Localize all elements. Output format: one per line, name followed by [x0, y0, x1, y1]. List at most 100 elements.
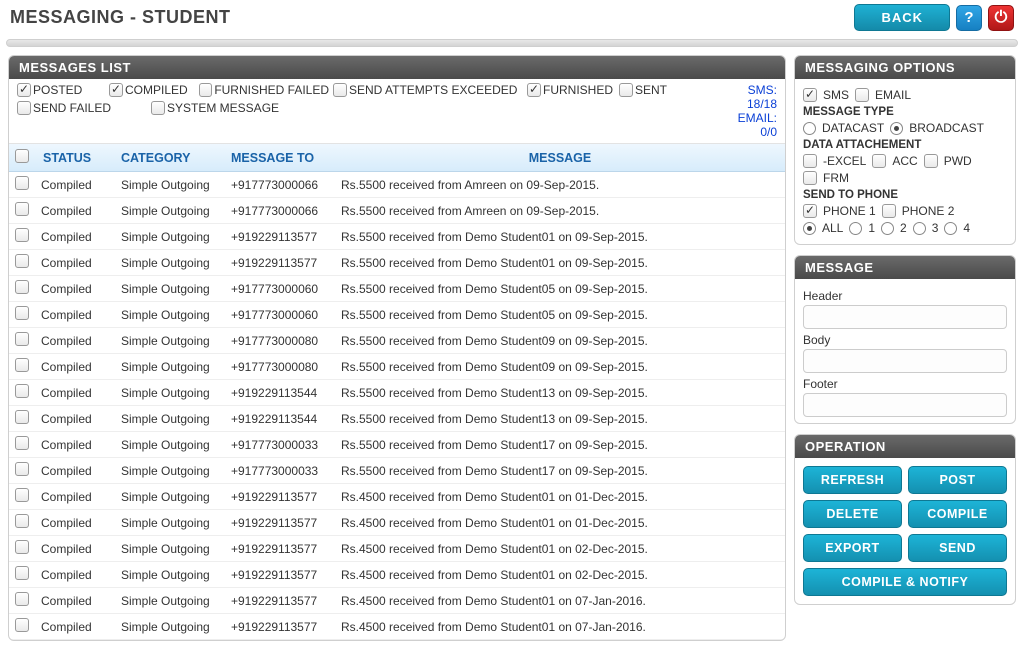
select-all-checkbox[interactable] — [15, 149, 29, 163]
chk-pwd[interactable] — [924, 154, 938, 168]
filter-posted-checkbox[interactable] — [17, 83, 31, 97]
table-row[interactable]: CompiledSimple Outgoing+919229113544Rs.5… — [9, 406, 785, 432]
table-row[interactable]: CompiledSimple Outgoing+919229113577Rs.4… — [9, 588, 785, 614]
col-message[interactable]: MESSAGE — [335, 144, 785, 172]
table-row[interactable]: CompiledSimple Outgoing+919229113577Rs.4… — [9, 562, 785, 588]
operation-panel-header: OPERATION — [795, 435, 1015, 458]
filter-sae-checkbox[interactable] — [333, 83, 347, 97]
row-to: +919229113544 — [225, 380, 335, 406]
back-button[interactable]: BACK — [854, 4, 950, 31]
table-row[interactable]: CompiledSimple Outgoing+917773000080Rs.5… — [9, 328, 785, 354]
row-status: Compiled — [35, 276, 115, 302]
filter-ffailed-checkbox[interactable] — [199, 83, 212, 97]
post-button[interactable]: POST — [908, 466, 1007, 494]
table-row[interactable]: CompiledSimple Outgoing+917773000060Rs.5… — [9, 302, 785, 328]
filter-sent-checkbox[interactable] — [619, 83, 633, 97]
row-status: Compiled — [35, 614, 115, 640]
row-checkbox[interactable] — [15, 410, 29, 424]
compile-button[interactable]: COMPILE — [908, 500, 1007, 528]
refresh-button[interactable]: REFRESH — [803, 466, 902, 494]
row-status: Compiled — [35, 588, 115, 614]
filter-sfailed-checkbox[interactable] — [17, 101, 31, 115]
row-checkbox[interactable] — [15, 228, 29, 242]
table-row[interactable]: CompiledSimple Outgoing+917773000060Rs.5… — [9, 276, 785, 302]
row-checkbox[interactable] — [15, 332, 29, 346]
radio-scope-1[interactable] — [849, 222, 862, 235]
chk-frm-label: FRM — [823, 171, 849, 185]
chk-excel-label: -EXCEL — [823, 154, 866, 168]
row-to: +919229113577 — [225, 484, 335, 510]
row-checkbox[interactable] — [15, 358, 29, 372]
radio-scope-2[interactable] — [881, 222, 894, 235]
filter-compiled-label: COMPILED — [125, 83, 188, 97]
col-status[interactable]: STATUS — [35, 144, 115, 172]
table-row[interactable]: CompiledSimple Outgoing+919229113577Rs.4… — [9, 484, 785, 510]
row-checkbox[interactable] — [15, 462, 29, 476]
row-to: +917773000060 — [225, 302, 335, 328]
row-checkbox[interactable] — [15, 436, 29, 450]
col-category[interactable]: CATEGORY — [115, 144, 225, 172]
row-status: Compiled — [35, 224, 115, 250]
row-checkbox[interactable] — [15, 566, 29, 580]
table-row[interactable]: CompiledSimple Outgoing+917773000066Rs.5… — [9, 172, 785, 198]
row-checkbox[interactable] — [15, 514, 29, 528]
radio-broadcast-label: BROADCAST — [909, 121, 984, 135]
row-category: Simple Outgoing — [115, 432, 225, 458]
filter-sysmsg-checkbox[interactable] — [151, 101, 165, 115]
row-category: Simple Outgoing — [115, 328, 225, 354]
row-checkbox[interactable] — [15, 306, 29, 320]
row-checkbox[interactable] — [15, 540, 29, 554]
export-button[interactable]: EXPORT — [803, 534, 902, 562]
row-message: Rs.5500 received from Demo Student01 on … — [335, 250, 785, 276]
chk-phone2[interactable] — [882, 204, 896, 218]
message-panel: MESSAGE Header Body Footer — [794, 255, 1016, 424]
table-row[interactable]: CompiledSimple Outgoing+917773000080Rs.5… — [9, 354, 785, 380]
delete-button[interactable]: DELETE — [803, 500, 902, 528]
radio-scope-4[interactable] — [944, 222, 957, 235]
chk-acc[interactable] — [872, 154, 886, 168]
radio-broadcast[interactable] — [890, 122, 903, 135]
row-category: Simple Outgoing — [115, 302, 225, 328]
table-row[interactable]: CompiledSimple Outgoing+919229113577Rs.4… — [9, 536, 785, 562]
compile-notify-button[interactable]: COMPILE & NOTIFY — [803, 568, 1007, 596]
row-checkbox[interactable] — [15, 254, 29, 268]
row-checkbox[interactable] — [15, 280, 29, 294]
help-icon[interactable]: ? — [956, 5, 982, 31]
radio-datacast[interactable] — [803, 122, 816, 135]
header-input[interactable] — [803, 305, 1007, 329]
chk-phone1[interactable] — [803, 204, 817, 218]
table-row[interactable]: CompiledSimple Outgoing+919229113577Rs.4… — [9, 510, 785, 536]
table-row[interactable]: CompiledSimple Outgoing+917773000033Rs.5… — [9, 432, 785, 458]
footer-input[interactable] — [803, 393, 1007, 417]
row-checkbox[interactable] — [15, 488, 29, 502]
table-row[interactable]: CompiledSimple Outgoing+919229113544Rs.5… — [9, 380, 785, 406]
table-row[interactable]: CompiledSimple Outgoing+917773000033Rs.5… — [9, 458, 785, 484]
chk-excel[interactable] — [803, 154, 817, 168]
table-row[interactable]: CompiledSimple Outgoing+919229113577Rs.4… — [9, 614, 785, 640]
table-row[interactable]: CompiledSimple Outgoing+919229113577Rs.5… — [9, 224, 785, 250]
opt-email-checkbox[interactable] — [855, 88, 869, 102]
opt-email-label: EMAIL — [875, 88, 911, 102]
row-checkbox[interactable] — [15, 384, 29, 398]
row-message: Rs.5500 received from Amreen on 09-Sep-2… — [335, 198, 785, 224]
opt-sms-label: SMS — [823, 88, 849, 102]
row-checkbox[interactable] — [15, 592, 29, 606]
row-category: Simple Outgoing — [115, 614, 225, 640]
col-message-to[interactable]: MESSAGE TO — [225, 144, 335, 172]
opt-sms-checkbox[interactable] — [803, 88, 817, 102]
filter-compiled-checkbox[interactable] — [109, 83, 123, 97]
radio-scope-all[interactable] — [803, 222, 816, 235]
row-category: Simple Outgoing — [115, 224, 225, 250]
row-checkbox[interactable] — [15, 618, 29, 632]
row-checkbox[interactable] — [15, 202, 29, 216]
filter-furnished-checkbox[interactable] — [527, 83, 541, 97]
table-row[interactable]: CompiledSimple Outgoing+917773000066Rs.5… — [9, 198, 785, 224]
row-category: Simple Outgoing — [115, 458, 225, 484]
table-row[interactable]: CompiledSimple Outgoing+919229113577Rs.5… — [9, 250, 785, 276]
radio-scope-3[interactable] — [913, 222, 926, 235]
send-button[interactable]: SEND — [908, 534, 1007, 562]
power-icon[interactable]: ⏻ — [988, 5, 1014, 31]
chk-frm[interactable] — [803, 171, 817, 185]
body-input[interactable] — [803, 349, 1007, 373]
row-checkbox[interactable] — [15, 176, 29, 190]
